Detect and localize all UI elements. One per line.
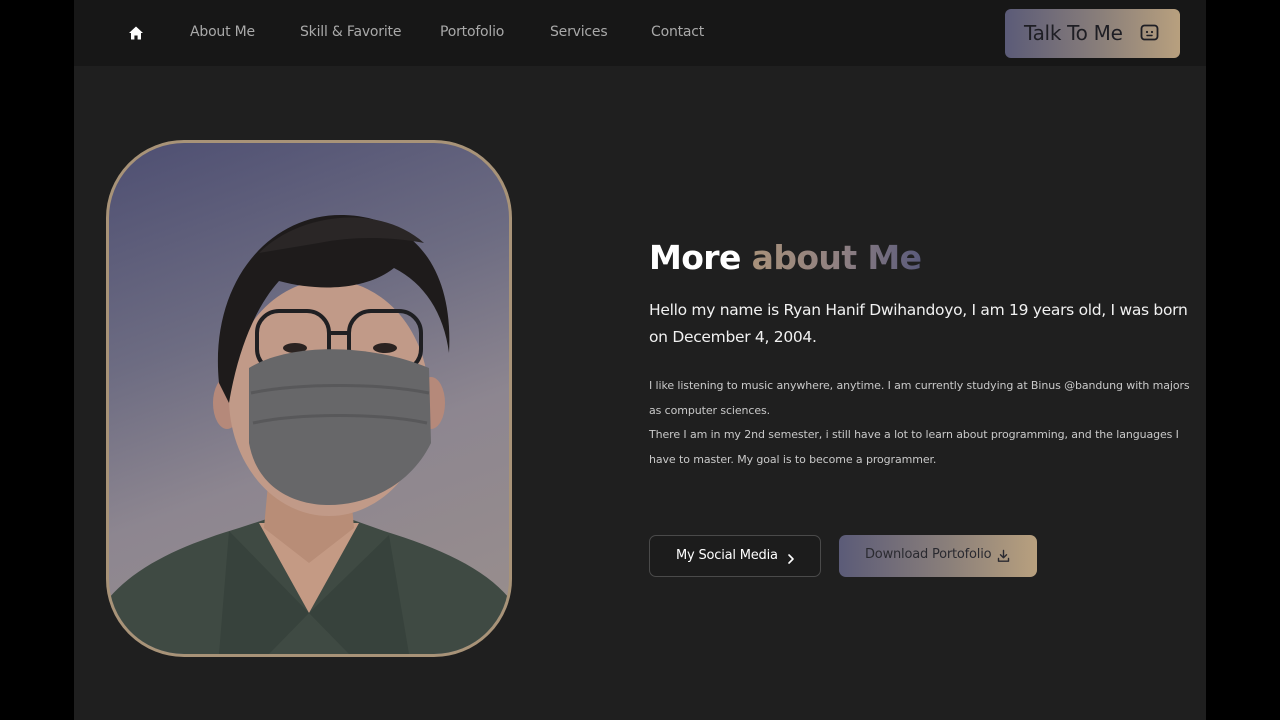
chat-icon bbox=[1140, 24, 1159, 43]
title-main: More bbox=[649, 238, 741, 277]
talk-to-me-label: Talk To Me bbox=[1024, 21, 1123, 45]
download-icon bbox=[997, 548, 1010, 562]
intro-lead: Hello my name is Ryan Hanif Dwihandoyo, … bbox=[649, 301, 1188, 346]
profile-photo bbox=[106, 140, 512, 657]
download-portofolio-button[interactable]: Download Portofolio bbox=[839, 535, 1037, 577]
nav-link-about-me[interactable]: About Me bbox=[190, 24, 255, 40]
talk-to-me-button[interactable]: Talk To Me bbox=[1005, 9, 1180, 58]
about-paragraph-1: I like listening to music anywhere, anyt… bbox=[649, 379, 1190, 417]
section-title: More about Me bbox=[649, 238, 922, 277]
nav-link-contact[interactable]: Contact bbox=[651, 24, 704, 40]
top-navbar: About Me Skill & Favorite Portofolio Ser… bbox=[74, 0, 1206, 66]
my-social-media-button[interactable]: My Social Media bbox=[649, 535, 821, 577]
home-icon[interactable] bbox=[128, 25, 144, 41]
download-portofolio-label: Download Portofolio bbox=[865, 547, 992, 562]
title-accent: about Me bbox=[751, 238, 922, 277]
nav-link-services[interactable]: Services bbox=[550, 24, 608, 40]
nav-link-portofolio[interactable]: Portofolio bbox=[440, 24, 504, 40]
chevron-right-icon bbox=[786, 550, 796, 564]
my-social-media-label: My Social Media bbox=[676, 548, 778, 563]
nav-link-skill-favorite[interactable]: Skill & Favorite bbox=[300, 24, 401, 40]
about-paragraph-2: There I am in my 2nd semester, i still h… bbox=[649, 428, 1179, 466]
page-viewport: About Me Skill & Favorite Portofolio Ser… bbox=[74, 0, 1206, 720]
